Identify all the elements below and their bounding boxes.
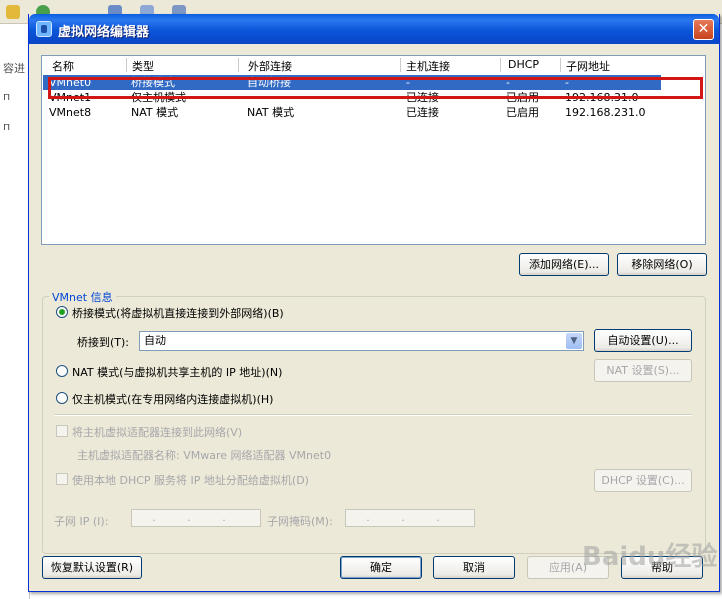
bridge-to-label: 桥接到(T): [77,336,130,349]
list-header: 名称 类型 外部连接 主机连接 DHCP 子网地址 [42,56,705,74]
side-fragment: п [3,120,11,133]
network-list[interactable]: 名称 类型 外部连接 主机连接 DHCP 子网地址 VMnet0 桥接模式 自动… [41,55,706,245]
chevron-down-icon[interactable]: ▼ [566,333,582,349]
bridge-to-value: 自动 [144,334,166,347]
host-only-label[interactable]: 仅主机模式(在专用网络内连接虚拟机)(H) [72,391,273,407]
cell-dhcp: 已启用 [506,91,539,104]
cell-dhcp: 已启用 [506,106,539,119]
cell-type: 桥接模式 [131,76,175,89]
remove-network-button[interactable]: 移除网络(O) [617,253,707,276]
column-header-host[interactable]: 主机连接 [406,58,450,74]
adapter-name-text: 主机虚拟适配器名称: VMware 网络适配器 VMnet0 [77,449,332,462]
cell-dhcp: - [506,76,510,89]
bridge-to-select[interactable]: 自动 ▼ [139,331,584,351]
cell-name: VMnet1 [49,91,92,104]
cell-subnet: 192.168.31.0 [565,91,639,104]
connect-adapter-label[interactable]: 将主机虚拟适配器连接到此网络(V) [72,424,242,440]
cell-subnet: - [565,76,569,89]
cell-type: NAT 模式 [131,106,179,119]
ok-button[interactable]: 确定 [340,556,422,579]
close-button[interactable]: ✕ [693,19,714,40]
nat-mode-label[interactable]: NAT 模式(与虚拟机共享主机的 IP 地址)(N) [72,364,282,380]
dialog-title: 虚拟网络编辑器 [58,25,150,40]
cell-host: 已连接 [406,91,439,104]
network-row[interactable]: VMnet8 NAT 模式 NAT 模式 已连接 已启用 192.168.231… [43,105,661,120]
subnet-mask-input[interactable]: . . . [345,509,475,527]
column-header-subnet[interactable]: 子网地址 [566,58,610,74]
network-row[interactable]: VMnet1 仅主机模式 - 已连接 已启用 192.168.31.0 [43,90,661,105]
cell-type: 仅主机模式 [131,91,186,104]
cell-name: VMnet8 [49,106,92,119]
host-only-radio[interactable] [56,392,68,404]
title-bar[interactable]: 虚拟网络编辑器 ✕ [29,14,719,44]
app-icon [36,21,52,37]
subnet-mask-label: 子网掩码(M): [267,515,333,528]
search-fragment: 容进 [3,62,25,75]
dhcp-label[interactable]: 使用本地 DHCP 服务将 IP 地址分配给虚拟机(D) [72,472,309,488]
restore-defaults-button[interactable]: 恢复默认设置(R) [42,556,142,579]
cell-subnet: 192.168.231.0 [565,106,646,119]
vmnet-info-legend: VMnet 信息 [49,289,116,305]
toolbar-icon [6,5,20,19]
baidu-watermark: Baidu经验 [582,542,718,572]
connect-adapter-checkbox[interactable] [56,425,68,437]
nat-mode-radio[interactable] [56,365,68,377]
cancel-button[interactable]: 取消 [433,556,515,579]
dhcp-checkbox[interactable] [56,473,68,485]
side-fragment: п [3,90,11,103]
divider [54,414,692,416]
cell-external: 自动桥接 [247,76,291,89]
virtual-network-editor-dialog: 虚拟网络编辑器 ✕ 名称 类型 外部连接 主机连接 DHCP 子网地址 VMne… [28,14,720,592]
background-left-pane: 容进 п п [0,24,30,599]
dhcp-settings-button[interactable]: DHCP 设置(C)... [594,469,692,492]
cell-host: - [406,76,410,89]
bridge-mode-radio[interactable] [56,306,68,318]
nat-settings-button[interactable]: NAT 设置(S)... [594,359,692,382]
column-header-dhcp[interactable]: DHCP [508,58,539,71]
bridge-mode-label[interactable]: 桥接模式(将虚拟机直接连接到外部网络)(B) [72,305,284,321]
cell-external: NAT 模式 [247,106,295,119]
auto-settings-button[interactable]: 自动设置(U)... [594,329,692,352]
network-row[interactable]: VMnet0 桥接模式 自动桥接 - - - [43,75,661,90]
column-header-external[interactable]: 外部连接 [248,58,292,74]
cell-host: 已连接 [406,106,439,119]
column-header-name[interactable]: 名称 [52,58,74,74]
cell-external: - [247,91,251,104]
cell-name: VMnet0 [49,76,92,89]
add-network-button[interactable]: 添加网络(E)... [519,253,609,276]
column-header-type[interactable]: 类型 [132,58,154,74]
subnet-ip-label: 子网 IP (I): [54,515,109,528]
subnet-ip-input[interactable]: . . . [131,509,261,527]
